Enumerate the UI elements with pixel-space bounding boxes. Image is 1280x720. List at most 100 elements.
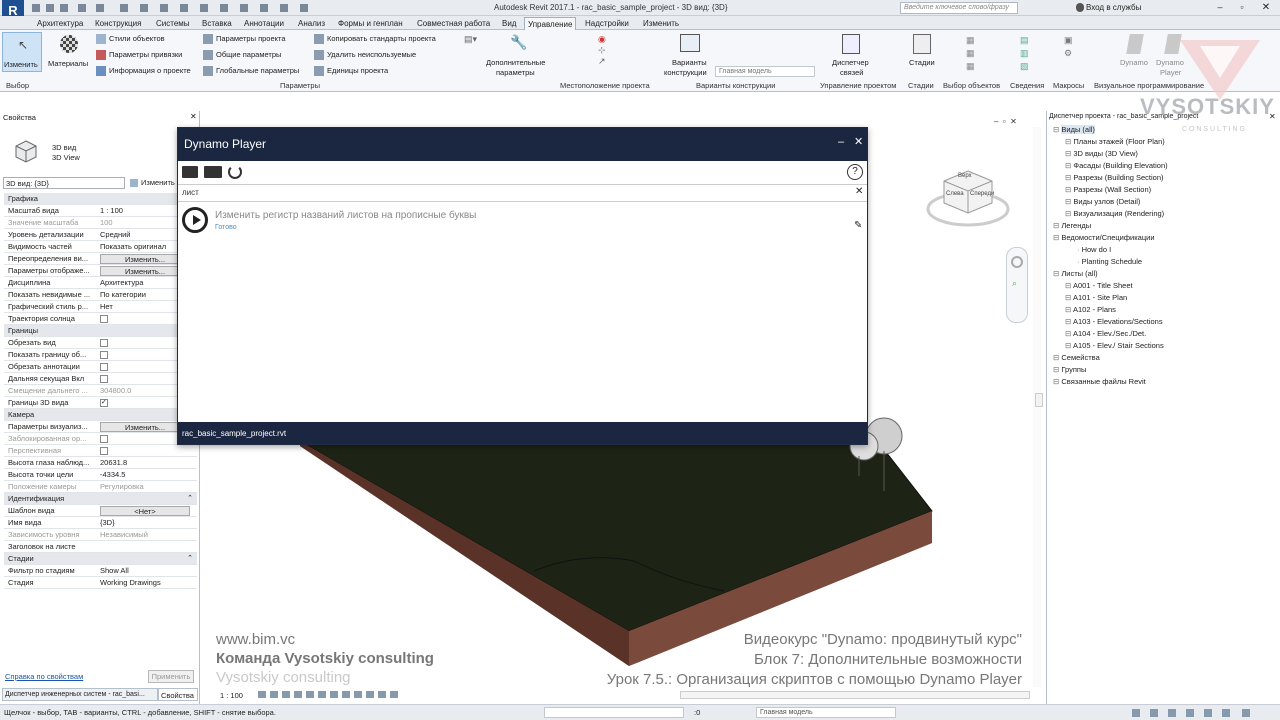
open-folder-icon[interactable] [182,166,198,178]
expand-icon[interactable]: ⊟ [1065,281,1073,290]
property-value[interactable]: {3D} [100,518,192,527]
folder-arrow-icon[interactable] [204,166,222,178]
project-browser-item[interactable]: ⊟ A103 - Elevations/Sections [1065,317,1163,326]
project-browser-item[interactable]: ⊟ Планы этажей (Floor Plan) [1065,137,1165,146]
checkbox[interactable] [100,435,108,444]
status-model-select[interactable]: Главная модель [756,707,896,718]
tab-annotate[interactable]: Аннотации [241,17,287,30]
project-browser-item[interactable]: ⊟ Семейства [1053,353,1100,362]
tab-view[interactable]: Вид [499,17,519,30]
tab-structure[interactable]: Конструкция [92,17,144,30]
vertical-scrollbar[interactable] [1033,127,1041,687]
main-model-select[interactable]: Главная модель [715,66,815,77]
property-value[interactable]: 20631.8 [100,458,192,467]
project-browser-item[interactable]: ⊟ A102 - Plans [1065,305,1116,314]
expand-icon[interactable]: ⊟ [1065,317,1073,326]
phases-button[interactable]: Стадии [905,32,941,78]
quick-access-toolbar[interactable] [30,3,450,13]
properties-group-header[interactable]: Идентификация ⌃ [4,493,197,505]
project-browser-item[interactable]: ⊟ A101 - Site Plan [1065,293,1127,302]
type-selector[interactable]: 3D вид: {3D} [3,177,125,189]
checkbox[interactable] [100,339,108,348]
project-params-button[interactable]: Параметры проекта [203,34,286,45]
tab-architecture[interactable]: Архитектура [34,17,86,30]
project-browser-item[interactable]: ⊟ Виды (all) [1053,125,1095,134]
tab-properties[interactable]: Свойства [158,688,198,701]
location-tools[interactable]: ◉ ⊹ ↗ [598,34,618,74]
project-browser-item[interactable]: ⊟ Разрезы (Wall Section) [1065,185,1151,194]
horizontal-scrollbar[interactable] [680,691,1030,699]
help-button[interactable]: ? [847,164,863,180]
group-select[interactable]: Выбор [6,81,29,90]
project-browser-item[interactable]: ⊟ Связанные файлы Revit [1053,377,1146,386]
tab-system-browser[interactable]: Диспетчер инженерных систем - rac_basi..… [2,688,158,701]
checkbox[interactable] [100,447,108,456]
project-browser-item[interactable]: · How do I [1077,245,1111,254]
project-browser-item[interactable]: ⊟ Фасады (Building Elevation) [1065,161,1168,170]
project-browser-item[interactable]: ⊟ 3D виды (3D View) [1065,149,1138,158]
property-value[interactable] [100,446,192,456]
property-value[interactable]: -4334.5 [100,470,192,479]
view-cube[interactable]: Верх Слева Спереди [926,161,1010,231]
navigation-bar[interactable]: ⌕ [1006,247,1028,323]
properties-group-header[interactable]: Стадии ⌃ [4,553,197,565]
view-control-bar[interactable] [256,690,596,700]
maximize-button[interactable]: ▫ [1234,2,1250,14]
project-browser-item[interactable]: ⊟ Визуализация (Rendering) [1065,209,1164,218]
view-scale[interactable]: 1 : 100 [220,691,243,700]
project-browser-item[interactable]: · Planting Schedule [1077,257,1142,266]
checkbox[interactable] [100,315,108,324]
tab-manage[interactable]: Управление [524,17,577,30]
additional-settings-button[interactable]: ▤▾ 🔧 Дополнительные параметры [452,32,552,78]
collapse-icon[interactable]: ⌃ [187,494,193,502]
login-button[interactable]: Вход в службы [1086,3,1141,12]
checkbox[interactable] [100,363,108,372]
project-units-button[interactable]: Единицы проекта [314,66,388,77]
selection-icons[interactable]: ▦ ▦ ▦ [966,34,982,74]
search-input[interactable]: Введите ключевое слово/фразу [900,2,1018,14]
dynamo-minimize-button[interactable]: – [838,136,844,148]
status-filter-icons[interactable] [1130,708,1270,718]
tab-insert[interactable]: Вставка [199,17,235,30]
tab-massing-site[interactable]: Формы и генплан [335,17,406,30]
project-browser-item[interactable]: ⊟ A104 - Elev./Sec./Det. [1065,329,1146,338]
tab-collaborate[interactable]: Совместная работа [414,17,493,30]
project-browser-item[interactable]: ⊟ A105 - Elev./ Stair Sections [1065,341,1164,350]
apply-button[interactable]: Применить [148,670,194,683]
project-browser-item[interactable]: ⊟ Виды узлов (Detail) [1065,197,1140,206]
properties-group-header[interactable]: Границы⌃ [4,325,197,337]
manage-links-button[interactable]: Диспетчер связей [828,32,874,78]
project-browser-item[interactable]: ⊟ A001 - Title Sheet [1065,281,1133,290]
global-params-button[interactable]: Глобальные параметры [203,66,299,77]
expand-icon[interactable]: ⊟ [1065,341,1073,350]
modify-button[interactable]: ↖ Изменить [2,32,42,72]
viewcube-left[interactable]: Слева [946,191,964,197]
properties-group-header[interactable]: Графика⌃ [4,193,197,205]
purge-unused-button[interactable]: Удалить неиспользуемые [314,50,416,61]
materials-button[interactable]: Материалы [46,32,92,72]
macros-icons[interactable]: ▣ ⚙ [1064,34,1080,74]
view-window-controls[interactable]: – ▫ ✕ [994,117,1017,126]
collapse-icon[interactable]: ⌃ [187,554,193,562]
object-styles-button[interactable]: Стили объектов [96,34,165,45]
close-button[interactable]: ✕ [1258,2,1274,14]
expand-icon[interactable]: ⊟ [1065,305,1073,314]
property-value[interactable]: Show All [100,566,192,575]
dynamo-close-button[interactable]: ✕ [854,135,863,148]
properties-help-link[interactable]: Справка по свойствам [5,672,83,681]
project-browser-item[interactable]: ⊟ Группы [1053,365,1086,374]
user-icon[interactable] [1076,3,1084,12]
dynamo-search-input[interactable]: лист [178,184,867,202]
zoom-icon[interactable]: ⌕ [1012,278,1017,289]
properties-group-header[interactable]: Камера⌃ [4,409,197,421]
tab-modify[interactable]: Изменить [640,17,682,30]
minimize-button[interactable]: – [1212,2,1228,14]
transfer-standards-button[interactable]: Копировать стандарты проекта [314,34,436,45]
project-browser-scrollbar[interactable] [1035,393,1043,407]
inquiry-icons[interactable]: ▤ ▥ ▧ [1020,34,1036,74]
viewcube-front[interactable]: Спереди [970,191,994,197]
property-value[interactable]: Независимый [100,530,192,539]
expand-icon[interactable]: ⊟ [1065,293,1073,302]
steering-wheel-icon[interactable] [1011,256,1023,268]
project-info-button[interactable]: Информация о проекте [96,66,191,77]
